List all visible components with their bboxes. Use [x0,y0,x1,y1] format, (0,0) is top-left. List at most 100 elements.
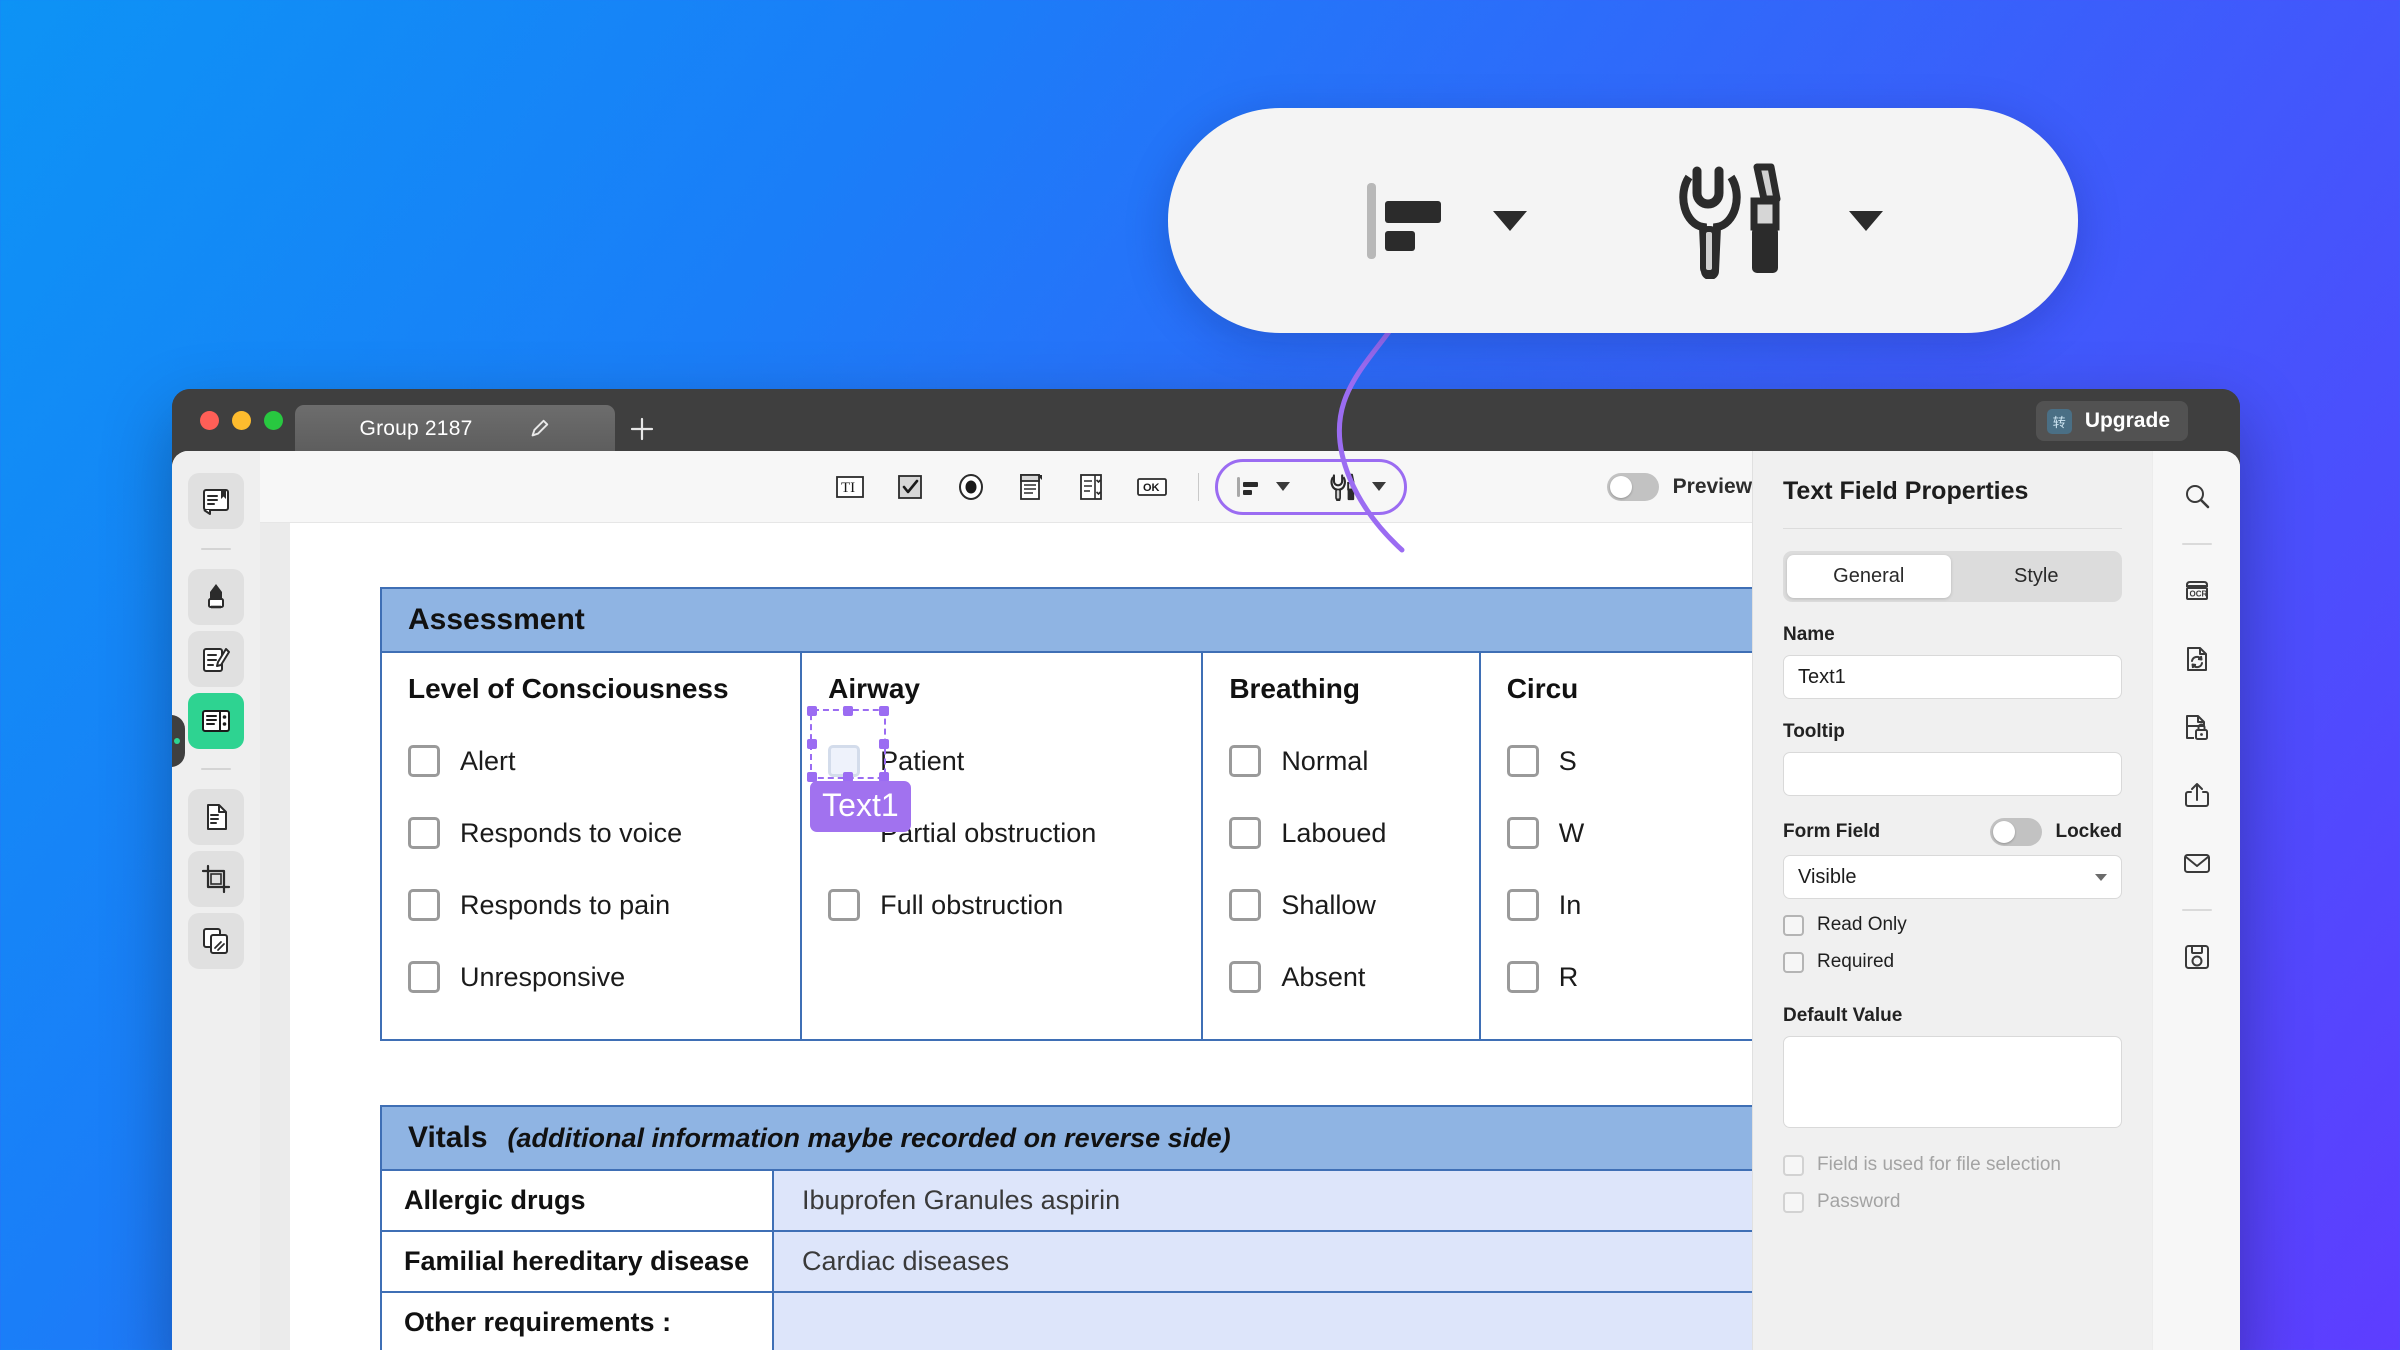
checkbox-label: R [1558,961,1579,992]
form-checkbox[interactable] [828,889,861,921]
visibility-select[interactable]: Visible [1783,855,2122,899]
form-checkbox[interactable] [1506,817,1539,849]
default-value-input[interactable] [1783,1036,2122,1128]
locked-toggle-group[interactable]: Locked [1990,818,2122,846]
pencil-icon[interactable] [528,418,550,440]
callout-align-group[interactable] [1363,175,1527,267]
checkbox-row[interactable]: Responds to pain [408,869,800,941]
form-checkbox[interactable] [408,817,440,849]
chevron-down-icon [1849,210,1883,231]
push-button-tool[interactable]: OK [1121,461,1181,513]
file-lock-icon [2185,715,2208,740]
center-column: TI OK Preview Assessment Level of Consci… [260,451,1752,1350]
checkbox-row[interactable]: R [1506,941,1752,1013]
minimize-button[interactable] [232,410,251,430]
checkbox-row[interactable]: Normal [1229,725,1478,797]
sidebar-item-annotate[interactable] [188,631,244,687]
close-button[interactable] [200,410,219,430]
selected-field-badge[interactable]: Text1 [810,781,911,832]
checkbox-row[interactable]: W [1506,797,1752,869]
read-only-checkbox[interactable] [1783,914,1804,936]
list-box-tool[interactable] [1061,461,1121,513]
checkbox-row[interactable]: Laboued [1229,797,1478,869]
tab-strip: Group 2187 [295,389,669,453]
selection-handles[interactable] [807,706,890,782]
form-checkbox[interactable] [1229,745,1262,777]
form-checkbox[interactable] [1506,745,1539,777]
checkbox-row[interactable]: S [1506,725,1752,797]
document-tab[interactable]: Group 2187 [295,405,615,453]
upgrade-button[interactable]: 转 Upgrade [2035,401,2188,441]
zoom-button[interactable] [264,410,283,430]
save-tool[interactable] [2171,931,2223,983]
ocr-tool[interactable]: OCR [2171,565,2223,617]
sidebar-item-compare[interactable] [188,913,244,969]
form-checkbox[interactable] [1506,961,1539,993]
checkbox-row-selected[interactable]: Patient Text1 [807,706,1201,832]
sidebar-item-form[interactable] [188,693,244,749]
protect-tool[interactable] [2171,701,2223,753]
align-button[interactable] [1236,474,1290,500]
rail-collapse-handle[interactable] [172,715,185,767]
checkbox-row[interactable]: Alert [408,725,800,797]
sidebar-item-pages[interactable] [188,789,244,845]
radio-button-tool[interactable] [941,461,1001,513]
column-title: Level of Consciousness [408,673,729,704]
document-canvas[interactable]: Assessment Level of Consciousness Alert [260,523,1752,1350]
form-checkbox[interactable] [1506,889,1539,921]
locked-toggle[interactable] [1990,818,2043,846]
wrench-screwdriver-icon [1679,163,1781,279]
form-checkbox[interactable] [408,745,440,777]
sidebar-item-reader[interactable] [188,473,244,529]
row-key: Allergic drugs [382,1171,774,1230]
checkbox-label: Patient [880,745,965,776]
convert-tool[interactable] [2171,633,2223,685]
file-selection-checkbox [1783,1154,1804,1176]
email-tool[interactable] [2171,837,2223,889]
row-value[interactable] [774,1293,1752,1350]
form-checkbox[interactable] [1229,817,1262,849]
checkbox-row[interactable]: Full obstruction [828,869,1201,941]
tab-style[interactable]: Style [1955,555,2119,598]
tab-general[interactable]: General [1787,555,1951,598]
share-tool[interactable] [2171,769,2223,821]
assessment-column-breathing: Breathing Normal Laboued Shallow Absent [1203,653,1481,1039]
combo-box-tool[interactable] [1001,461,1061,513]
row-value[interactable]: Cardiac diseases [774,1232,1752,1291]
tooltip-input[interactable] [1783,752,2122,796]
checkbox-row[interactable]: Absent [1229,941,1478,1013]
form-checkbox[interactable] [408,961,440,993]
form-checkbox[interactable] [408,889,440,921]
zoom-callout-bubble [1168,108,2078,333]
checkbox-label: W [1558,817,1585,848]
form-checkbox[interactable] [1229,961,1262,993]
sidebar-item-highlight[interactable] [188,569,244,625]
page-organize-icon [207,804,227,830]
name-input[interactable]: Text1 [1783,655,2122,699]
sidebar-item-crop[interactable] [188,851,244,907]
row-value[interactable]: Ibuprofen Granules aspirin [774,1171,1752,1230]
text-field-tool[interactable]: TI [820,461,880,513]
checkbox-row[interactable]: Unresponsive [408,941,800,1013]
window-title-bar: Group 2187 转 Upgrade [172,389,2240,453]
new-tab-button[interactable] [615,405,669,453]
column-title: Circu [1506,673,1579,704]
required-row[interactable]: Required [1783,951,2122,973]
checkbox-row[interactable]: Shallow [1229,869,1478,941]
file-selection-label: Field is used for file selection [1817,1154,2061,1175]
align-left-icon [1236,476,1258,497]
form-field-label: Form Field [1783,821,1881,842]
checkbox-row[interactable]: In [1506,869,1752,941]
divider [1783,528,2122,529]
callout-tools-group[interactable] [1677,163,1883,279]
checkbox-row[interactable]: Responds to voice [408,797,800,869]
read-only-row[interactable]: Read Only [1783,914,2122,936]
required-checkbox[interactable] [1783,951,1804,973]
traffic-light-controls [172,410,283,430]
checkbox-label: Alert [460,745,516,776]
search-tool[interactable] [2171,471,2223,523]
checkbox-tool[interactable] [880,461,940,513]
form-checkbox[interactable] [1229,889,1262,921]
file-convert-icon [2186,647,2207,671]
visibility-value: Visible [1798,865,1857,888]
